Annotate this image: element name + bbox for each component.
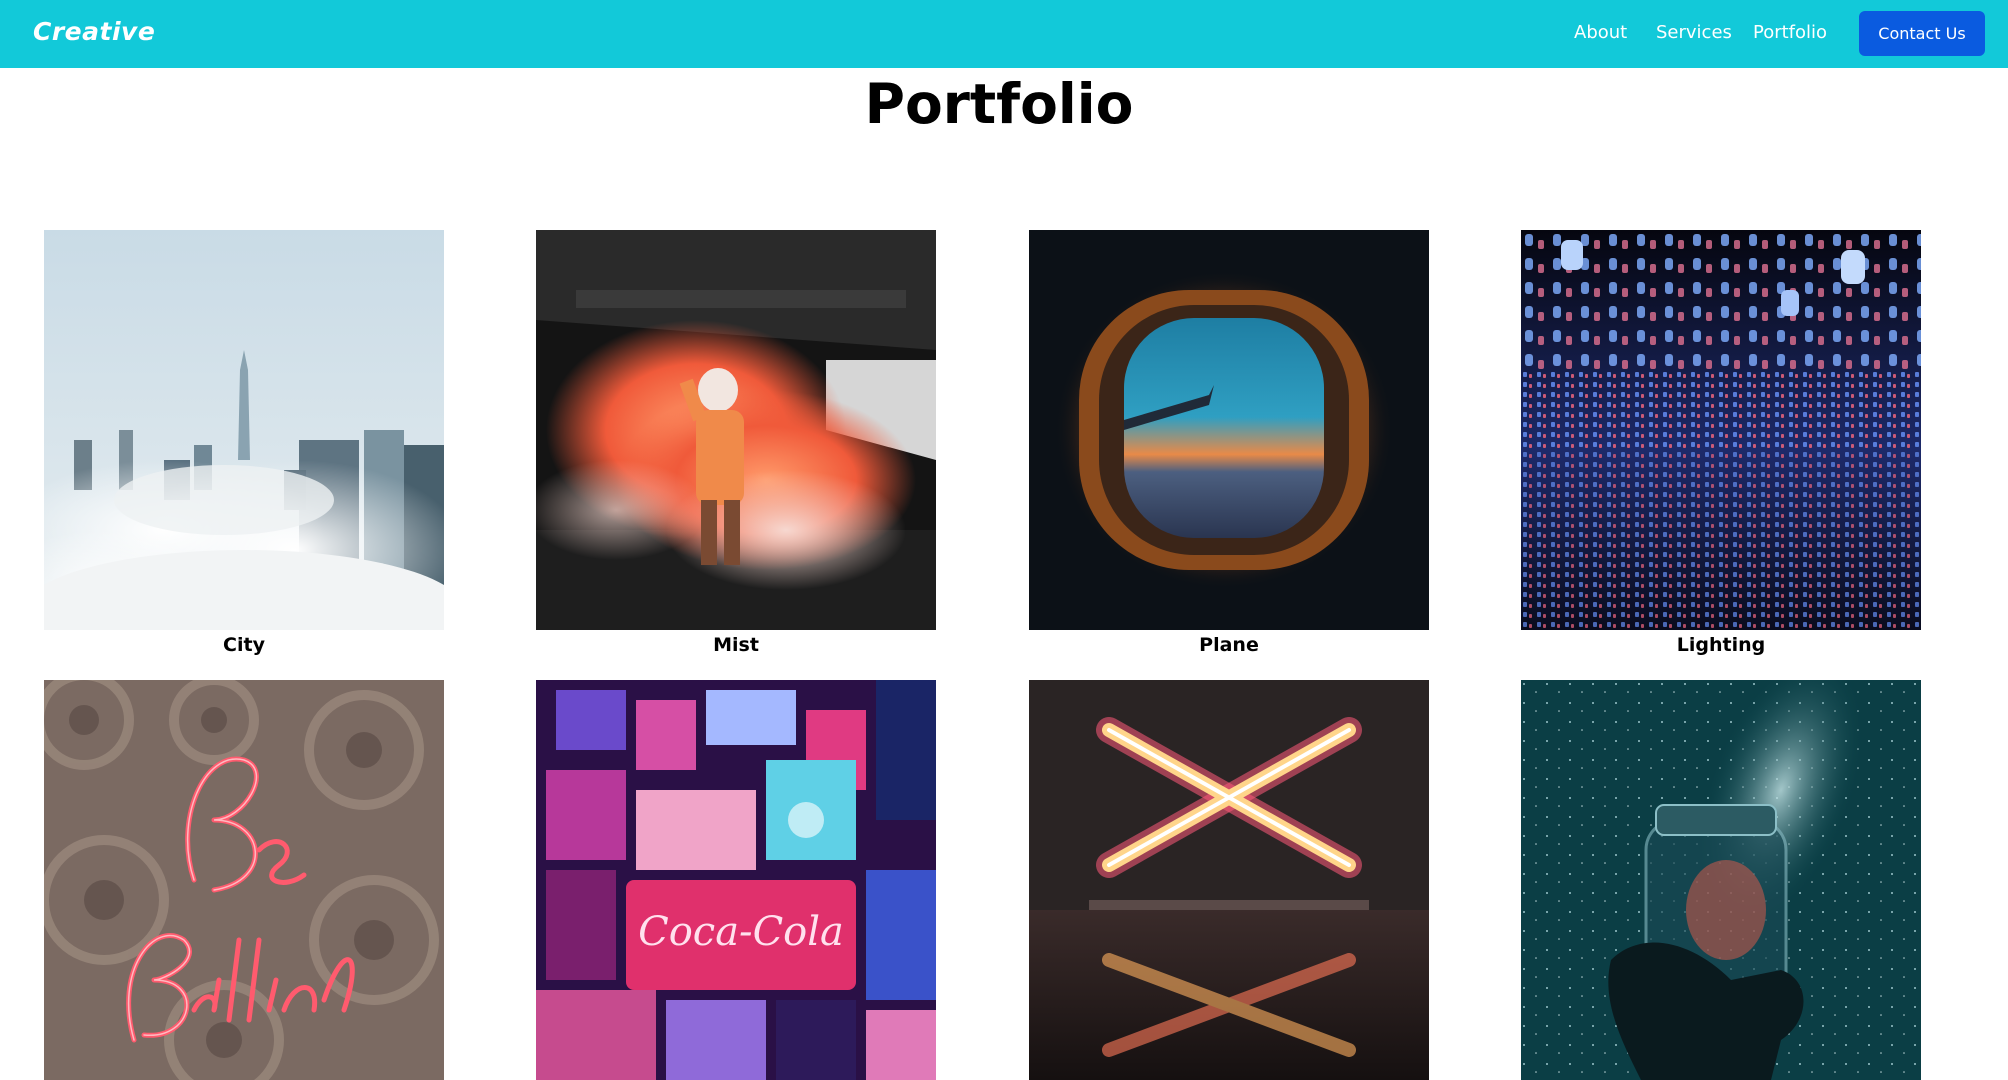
portfolio-image-neon-sign[interactable] (44, 680, 444, 1080)
portfolio-image-mist[interactable] (536, 230, 936, 630)
floating-lanterns-image (1521, 230, 1921, 630)
svg-text:Coca-Cola: Coca-Cola (638, 909, 844, 955)
portfolio-caption-mist: Mist (713, 634, 759, 656)
navbar: Creative About Services Portfolio Contac… (0, 0, 2008, 68)
portfolio-caption-plane: Plane (1199, 634, 1259, 656)
person-with-orange-smoke-image (536, 230, 936, 630)
portfolio-caption-lighting: Lighting (1676, 634, 1766, 656)
portfolio-image-lighting[interactable] (1521, 230, 1921, 630)
portfolio-image-city[interactable] (44, 230, 444, 630)
portfolio-image-neon-room[interactable]: Coca-Cola (536, 680, 936, 1080)
nav-link-services[interactable]: Services (1656, 22, 1732, 43)
page-title: Portfolio (864, 72, 1134, 136)
portfolio-image-jar-of-stars[interactable] (1521, 680, 1921, 1080)
neon-be-brilliant-sign-image (44, 680, 444, 1080)
nav-link-portfolio[interactable]: Portfolio (1753, 22, 1827, 43)
portfolio-image-plane[interactable] (1029, 230, 1429, 630)
neon-x-sign-image (1029, 680, 1429, 1080)
airplane-window-sunset-image (1029, 230, 1429, 630)
portfolio-image-neon-x[interactable] (1029, 680, 1429, 1080)
contact-us-button[interactable]: Contact Us (1859, 11, 1985, 56)
neon-coca-cola-signs-room-image: Coca-Cola (536, 680, 936, 1080)
city-in-clouds-image (44, 230, 444, 630)
brand-logo[interactable]: Creative (33, 17, 155, 46)
portfolio-caption-city: City (223, 634, 265, 656)
jar-of-stars-image (1521, 680, 1921, 1080)
nav-link-about[interactable]: About (1574, 22, 1627, 43)
